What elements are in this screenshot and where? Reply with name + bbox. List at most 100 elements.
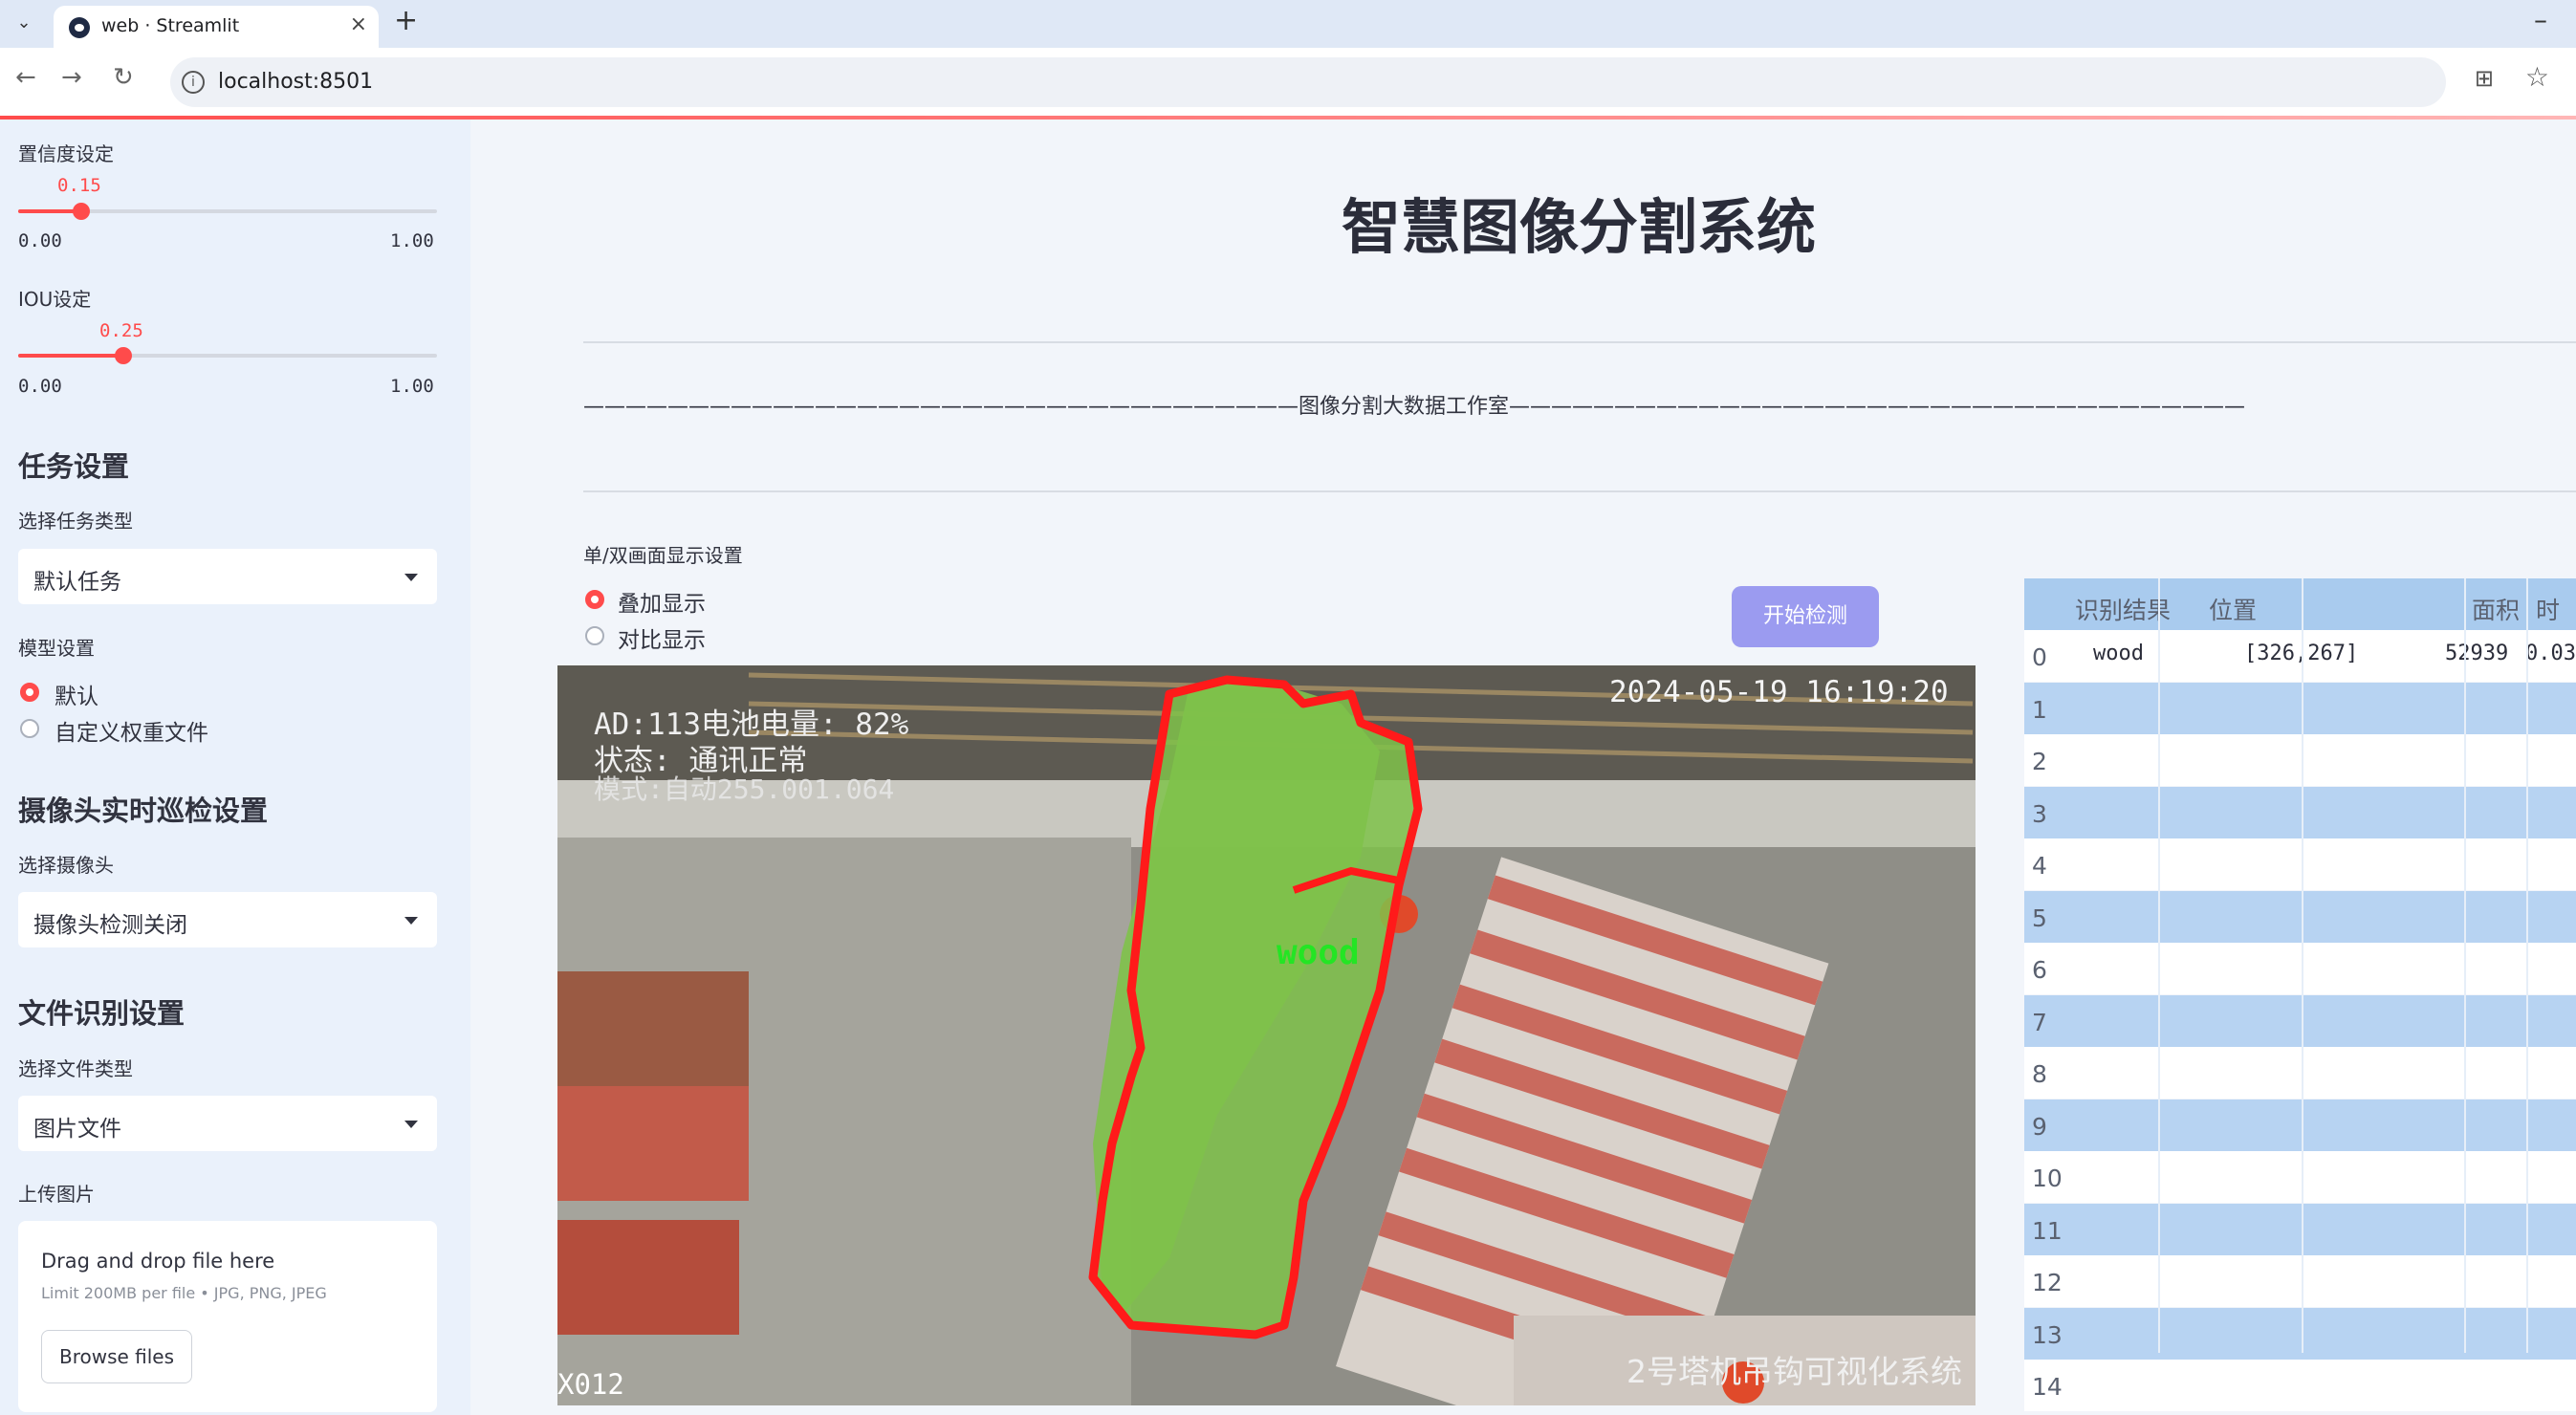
- table-row[interactable]: 5: [2024, 890, 2576, 943]
- table-row[interactable]: 10: [2024, 1151, 2576, 1203]
- browse-files-button[interactable]: Browse files: [41, 1330, 192, 1383]
- site-info-icon[interactable]: i: [182, 71, 205, 94]
- model-default-label: 默认: [55, 685, 98, 709]
- forward-arrow-icon[interactable]: →: [61, 63, 82, 92]
- confidence-value: 0.15: [57, 175, 101, 196]
- row-index: 12: [2032, 1269, 2063, 1296]
- row-index: 3: [2032, 799, 2047, 828]
- row-index: 10: [2032, 1165, 2063, 1192]
- camera-selected: 摄像头检测关闭: [33, 913, 187, 938]
- page-title: 智慧图像分割系统: [1341, 192, 1816, 262]
- confidence-label: 置信度设定: [18, 142, 114, 165]
- file-settings-header: 文件识别设置: [18, 997, 186, 1030]
- column-header-area: 面积: [2472, 597, 2521, 624]
- table-row[interactable]: 13: [2024, 1307, 2576, 1360]
- translate-icon[interactable]: ⊞: [2475, 65, 2494, 92]
- file-type-label: 选择文件类型: [18, 1057, 133, 1080]
- bookmark-star-icon[interactable]: ☆: [2525, 61, 2549, 93]
- row-index: 2: [2032, 748, 2047, 775]
- task-settings-header: 任务设置: [18, 450, 130, 483]
- tab-title: web · Streamlit: [101, 15, 240, 36]
- new-tab-icon[interactable]: +: [394, 4, 418, 37]
- compare-display-label: 对比显示: [618, 628, 706, 653]
- table-row[interactable]: 12: [2024, 1255, 2576, 1307]
- file-type-select[interactable]: 图片文件: [18, 1096, 437, 1151]
- row-index: 14: [2032, 1373, 2063, 1401]
- overlay-display-radio[interactable]: [585, 590, 604, 609]
- browser-tab[interactable]: web · Streamlit ×: [54, 6, 379, 48]
- table-row[interactable]: 2: [2024, 734, 2576, 786]
- main-content: 智慧图像分割系统 ———————————————————————————————…: [470, 120, 2576, 1415]
- column-header-position: 位置: [2209, 597, 2258, 624]
- table-row[interactable]: 14: [2024, 1360, 2576, 1411]
- task-type-select[interactable]: 默认任务: [18, 549, 437, 604]
- address-bar: ← → ↻ i localhost:8501 ⊞ ☆: [0, 48, 2576, 118]
- table-row[interactable]: 0wood[326,267]529390.03: [2024, 630, 2576, 682]
- row-index: 13: [2032, 1320, 2063, 1349]
- url-input[interactable]: i localhost:8501: [170, 57, 2446, 107]
- iou-label: IOU设定: [18, 288, 92, 311]
- camera-select[interactable]: 摄像头检测关闭: [18, 892, 437, 947]
- camera-settings-header: 摄像头实时巡检设置: [18, 795, 269, 827]
- table-row[interactable]: 9: [2024, 1099, 2576, 1151]
- display-mode-label: 单/双画面显示设置: [583, 544, 743, 567]
- confidence-min: 0.00: [18, 230, 62, 251]
- row-index: 1: [2032, 695, 2047, 724]
- file-uploader-dropzone[interactable]: Drag and drop file here Limit 200MB per …: [18, 1221, 437, 1412]
- row-index: 11: [2032, 1216, 2063, 1245]
- compare-display-radio[interactable]: [585, 626, 604, 645]
- task-type-label: 选择任务类型: [18, 510, 133, 533]
- window-minimize-icon[interactable]: –: [2534, 4, 2547, 35]
- table-row[interactable]: 7: [2024, 994, 2576, 1047]
- dropzone-subtitle: Limit 200MB per file • JPG, PNG, JPEG: [41, 1284, 327, 1302]
- iou-min: 0.00: [18, 376, 62, 397]
- row-index: 9: [2032, 1112, 2047, 1141]
- confidence-slider[interactable]: [18, 203, 437, 220]
- model-default-radio[interactable]: [20, 683, 39, 702]
- task-type-selected: 默认任务: [33, 570, 121, 595]
- streamlit-favicon-icon: [69, 17, 90, 38]
- back-arrow-icon[interactable]: ←: [15, 63, 36, 92]
- file-type-selected: 图片文件: [33, 1117, 121, 1142]
- row-index: 6: [2032, 956, 2047, 984]
- column-divider: [2158, 578, 2160, 1353]
- iou-slider[interactable]: [18, 347, 437, 364]
- table-row[interactable]: 11: [2024, 1203, 2576, 1255]
- confidence-max: 1.00: [390, 230, 434, 251]
- cell-result: wood: [2093, 642, 2144, 665]
- image-camera-name: 2号塔机吊钩可视化系统: [1626, 1353, 1962, 1390]
- tab-close-icon[interactable]: ×: [350, 12, 367, 36]
- iou-slider-thumb[interactable]: [114, 347, 132, 364]
- iou-slider-fill: [18, 354, 123, 358]
- model-settings-label: 模型设置: [18, 637, 95, 660]
- cell-area: 52939: [2445, 642, 2509, 665]
- confidence-slider-fill: [18, 209, 81, 213]
- model-custom-radio[interactable]: [20, 719, 39, 738]
- column-divider: [2302, 578, 2303, 1353]
- column-header-result: 识别结果: [2075, 597, 2172, 624]
- table-row[interactable]: 8: [2024, 1047, 2576, 1099]
- divider: [583, 490, 2576, 492]
- start-detection-button[interactable]: 开始检测: [1732, 586, 1879, 647]
- table-row[interactable]: 3: [2024, 786, 2576, 838]
- chevron-down-icon: [404, 574, 418, 581]
- image-mode-text: 模式:自动255.001.064: [594, 773, 895, 805]
- column-divider: [2526, 578, 2528, 1353]
- row-index: 8: [2032, 1060, 2047, 1088]
- image-timestamp: 2024-05-19 16:19:20: [1609, 675, 1949, 709]
- confidence-slider-thumb[interactable]: [72, 203, 90, 220]
- table-row[interactable]: 6: [2024, 943, 2576, 994]
- tab-list-chevron-icon[interactable]: ⌄: [8, 6, 40, 40]
- chevron-down-icon: [404, 917, 418, 925]
- row-index: 0: [2032, 643, 2047, 671]
- detection-image: 2024-05-19 16:19:20 AD:113电池电量: 82% 状态: …: [557, 665, 1976, 1405]
- reload-icon[interactable]: ↻: [113, 63, 134, 92]
- image-camera-id: X012: [557, 1368, 624, 1401]
- row-index: 7: [2032, 1008, 2047, 1036]
- sidebar: 置信度设定 0.15 0.00 1.00 IOU设定 0.25 0.00 1.0…: [0, 120, 470, 1415]
- url-text: localhost:8501: [218, 70, 374, 94]
- row-index: 4: [2032, 852, 2047, 880]
- table-row[interactable]: 1: [2024, 682, 2576, 734]
- divider: [583, 341, 2576, 343]
- table-row[interactable]: 4: [2024, 838, 2576, 890]
